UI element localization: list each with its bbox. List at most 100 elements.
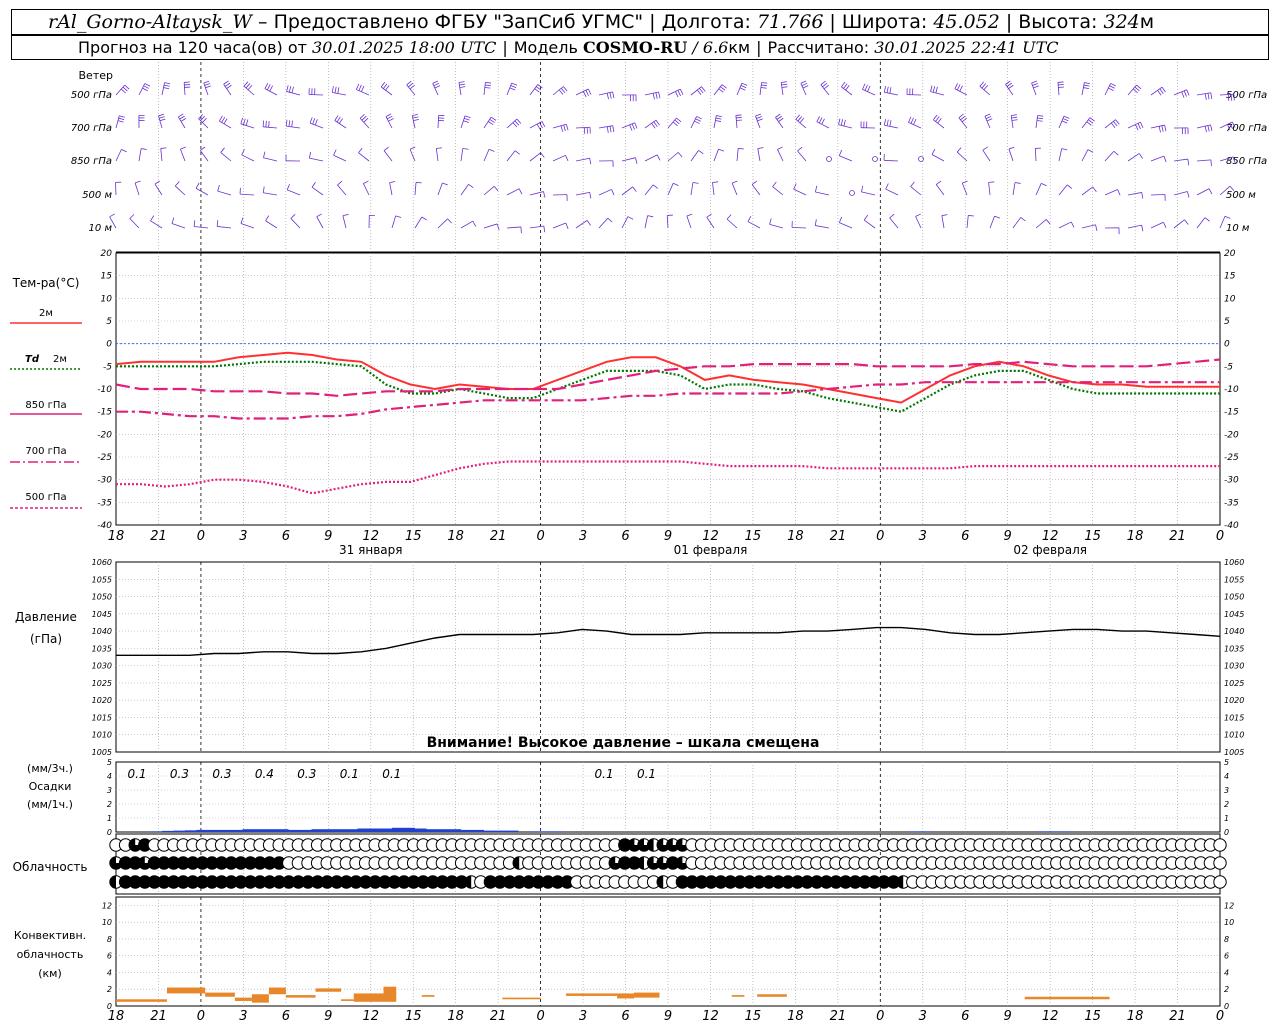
wind-barb-feather [558,89,564,95]
hour-tick-label: 0 [1216,529,1224,544]
wind-barb-feather [1141,225,1144,232]
wind-barb-feather [695,118,701,122]
wind-barb-feather [1014,182,1021,184]
wind-barb-feather [1184,219,1189,225]
wind-barb-feather [838,149,843,156]
wind-barb [1196,217,1206,229]
wind-barb-feather [1113,121,1118,127]
wind-barb [150,220,163,229]
wind-barb [460,184,469,196]
wind-barb [195,188,209,196]
wind-barb-feather [769,218,772,225]
wind-barb-feather [777,146,783,150]
pressure-tick-label-left: 1015 [92,713,112,722]
precipitation-bars: 0.1 0.3 0.3 0.4 0.3 0.1 0.1 0.1 0.1 [127,767,1071,832]
wind-barb-feather [1140,122,1144,128]
wind-barb [183,82,186,96]
wind-barb-feather [985,115,992,119]
wind-barb-feather [706,213,712,218]
wind-barb-feather [1031,80,1038,84]
convective-cloud-bar [502,997,541,1000]
wind-barb-feather [383,83,388,89]
wind-barb [358,152,370,162]
wind-barb [406,84,416,96]
hour-tick-label: 15 [405,529,422,544]
convective-tick-label-right: 10 [1224,918,1234,927]
convective-cloud-bar [383,986,397,1002]
wind-barb [483,223,498,229]
temperature-tick-label-left: -20 [97,430,112,440]
wind-barb-feather [180,118,187,122]
wind-barb-feather [286,183,290,190]
wind-barb-feather [509,87,516,91]
meteogram: Ветер 500 гПа 500 гПа 700 гПа 700 гПа 850 гП… [10,62,1267,1024]
wind-barb-feather [1037,117,1043,120]
precip-bar [277,829,289,832]
wind-barb-feather [333,149,337,156]
precip-bar [346,829,358,832]
convective-tick-label-right: 8 [1224,935,1229,944]
wind-barb-feather [740,85,747,89]
wind-barb-feather [606,126,609,133]
pressure-tick-label-left: 1005 [92,748,112,757]
wind-barb-feather [193,220,196,227]
wind-barb-feather [134,180,141,184]
wind-barb-feather [799,117,805,124]
wind-barb-feather [245,119,249,126]
wind-barb-feather [755,113,762,117]
wind-barb-feather [262,186,265,193]
precip-bar [495,830,507,832]
wind-barb [731,183,738,196]
wind-barb-feather [1210,159,1212,167]
convective-tick-label-right: 0 [1224,1002,1229,1011]
wind-barb-feather [715,117,722,120]
wind-barb-feather [655,119,660,126]
wind-barb-feather [560,125,564,132]
wind-barb-feather [867,85,871,92]
precip-bar [265,829,277,832]
wind-barb [1150,155,1165,162]
convective-tick-label-left: 2 [107,985,112,994]
wind-barb-feather [1207,93,1210,100]
convective-tick-label-left: 4 [107,968,112,977]
wind-barb-feather [1067,184,1073,189]
wind-barb-feather [747,215,752,222]
wind-barb-feather [485,84,491,86]
wind-barb-feather [677,90,681,97]
precip-tick-label-left: 3 [107,786,112,795]
wind-barb-feather [459,83,466,86]
wind-barb-feather [908,116,912,123]
convective-bars [116,986,1110,1003]
wind-barb-feather [534,88,540,93]
wind-barb-feather [221,116,226,123]
wind-barb-feather [268,120,270,128]
wind-barb [161,82,165,96]
precip-bar [185,830,197,832]
wind-barb [667,183,674,196]
wind-barb-feather [121,149,127,153]
wind-barb-feather [158,113,165,117]
wind-barb [769,223,784,229]
wind-barb-feather [1137,123,1141,130]
hour-tick-label-bottom: 18 [447,1009,464,1024]
temperature-tick-label-right: 15 [1224,272,1236,282]
wind-barb [1058,148,1063,162]
wind-barb [1173,158,1188,162]
wind-barb-feather [701,86,706,92]
wind-barb-feather [1181,91,1185,98]
wind-barb [134,182,140,196]
hour-tick-label: 6 [621,529,629,544]
wind-barb-feather [863,214,869,221]
wind-barb-feather [843,119,846,127]
wind-barb-feather [447,218,453,224]
wind-barb-feather [994,215,1001,219]
wind-barb-feather [223,118,228,125]
hour-tick-label: 12 [1042,529,1059,544]
wind-barb-feather [243,81,249,87]
convective-cloud-bar [205,992,235,997]
wind-barb-feather [732,180,738,184]
wind-barb-feather [586,220,591,226]
wind-level-label-left: 500 м [82,190,112,201]
wind-barb [177,116,186,129]
wind-barb-feather [164,82,171,85]
